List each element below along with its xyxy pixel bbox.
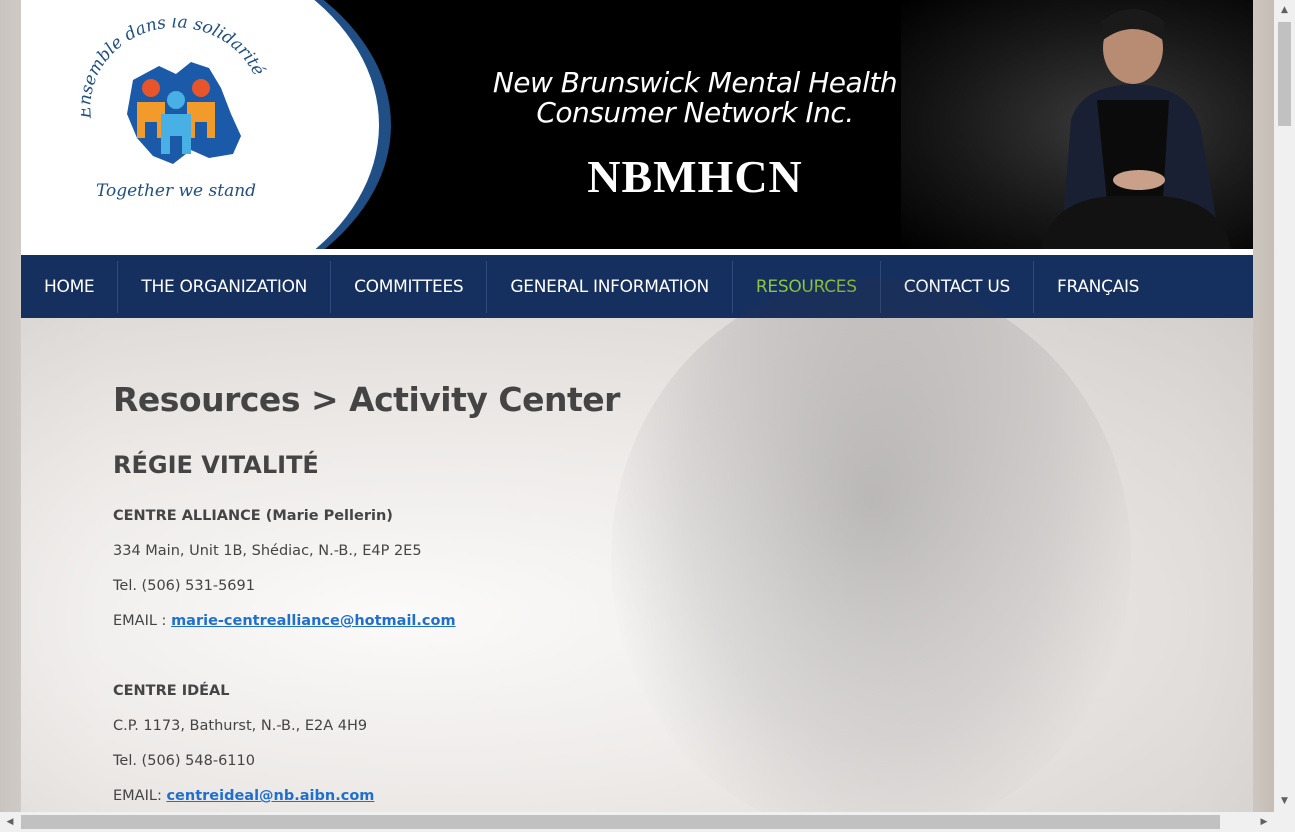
horizontal-scrollbar[interactable]: ◀ ▶	[0, 812, 1274, 832]
main-nav: HOME THE ORGANIZATION COMMITTEES GENERAL…	[21, 255, 1253, 318]
region-heading: RÉGIE VITALITÉ	[113, 451, 319, 479]
vertical-scrollbar[interactable]: ▲ ▼	[1274, 0, 1295, 812]
header-photo	[901, 0, 1253, 249]
email-link[interactable]: centreideal@nb.aibn.com	[166, 788, 374, 804]
nav-home[interactable]: HOME	[21, 255, 117, 318]
email-label: EMAIL:	[113, 788, 167, 804]
page-title: Resources > Activity Center	[113, 380, 620, 419]
logo-icon[interactable]: Ensemble dans la solidarité Together we …	[81, 18, 271, 208]
entry-phone: Tel. (506) 531-5691	[113, 578, 255, 594]
email-link[interactable]: marie-centrealliance@hotmail.com	[171, 613, 456, 629]
svg-text:Together we stand: Together we stand	[96, 181, 256, 201]
scroll-left-icon[interactable]: ◀	[0, 812, 20, 832]
email-label: EMAIL :	[113, 613, 172, 629]
site-title-line2: Consumer Network Inc.	[536, 96, 854, 129]
background-photo	[611, 278, 1131, 812]
site-header: Ensemble dans la solidarité Together we …	[21, 0, 1253, 249]
scrollbar-corner	[1274, 812, 1295, 832]
site-title-line1: New Brunswick Mental Health	[492, 66, 898, 99]
page: Ensemble dans la solidarité Together we …	[21, 0, 1253, 812]
nav-general-information[interactable]: GENERAL INFORMATION	[487, 255, 731, 318]
entry-email-row: EMAIL: centreideal@nb.aibn.com	[113, 788, 374, 804]
scroll-down-icon[interactable]: ▼	[1274, 791, 1295, 812]
entry-address: C.P. 1173, Bathurst, N.-B., E2A 4H9	[113, 718, 368, 734]
scroll-right-icon[interactable]: ▶	[1254, 812, 1274, 832]
horizontal-scroll-thumb[interactable]	[21, 815, 1220, 829]
site-abbreviation: NBMHCN	[587, 151, 803, 202]
entry-email-row: EMAIL : marie-centrealliance@hotmail.com	[113, 613, 456, 629]
scroll-up-icon[interactable]: ▲	[1274, 0, 1295, 21]
entry-name: CENTRE ALLIANCE (Marie Pellerin)	[113, 508, 393, 524]
entry-phone: Tel. (506) 548-6110	[113, 753, 255, 769]
nav-the-organization[interactable]: THE ORGANIZATION	[118, 255, 330, 318]
nav-committees[interactable]: COMMITTEES	[331, 255, 486, 318]
entry-address: 334 Main, Unit 1B, Shédiac, N.-B., E4P 2…	[113, 543, 422, 559]
main-content: Resources > Activity Center RÉGIE VITALI…	[21, 278, 1253, 812]
person-silhouette-icon	[1041, 9, 1231, 249]
nav-francais[interactable]: FRANÇAIS	[1034, 255, 1162, 318]
entry-name: CENTRE IDÉAL	[113, 683, 230, 699]
vertical-scroll-thumb[interactable]	[1278, 22, 1291, 126]
